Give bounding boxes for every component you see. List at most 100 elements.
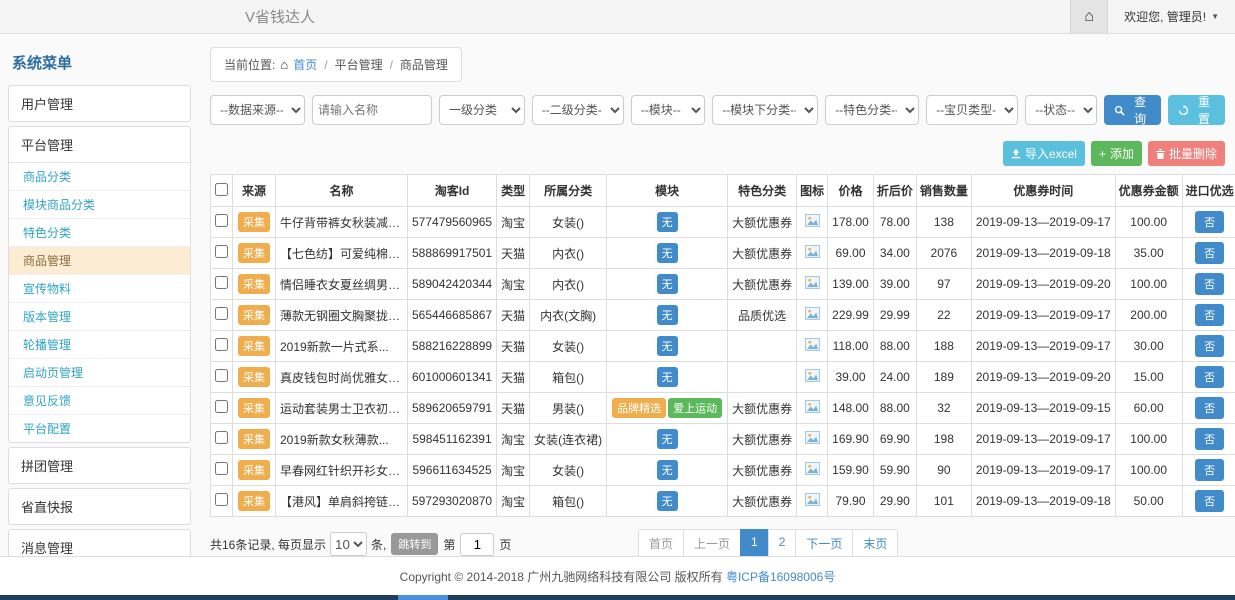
copyright-text: Copyright © 2014-2018 广州九驰网络科技有限公司 版权所有 bbox=[400, 570, 723, 584]
module-badge: 无 bbox=[657, 243, 678, 263]
page-first[interactable]: 首页 bbox=[638, 529, 684, 558]
row-checkbox[interactable] bbox=[215, 338, 228, 351]
row-select-cell bbox=[211, 300, 233, 331]
import-select-toggle[interactable]: 否 bbox=[1195, 397, 1224, 419]
platform-submenu: 商品分类模块商品分类特色分类商品管理宣传物料版本管理轮播管理启动页管理意见反馈平… bbox=[9, 162, 190, 442]
sidebar-subitem[interactable]: 特色分类 bbox=[9, 219, 190, 247]
row-checkbox[interactable] bbox=[215, 276, 228, 289]
batch-delete-button[interactable]: 批量删除 bbox=[1148, 141, 1225, 166]
category-level1-select[interactable]: 一级分类 bbox=[439, 95, 525, 125]
discount-price-cell: 34.00 bbox=[873, 238, 916, 269]
module-badge: 无 bbox=[657, 367, 678, 387]
import-select-toggle[interactable]: 否 bbox=[1195, 304, 1224, 326]
feature-category-select[interactable]: --特色分类-- bbox=[825, 95, 919, 125]
import-select-toggle[interactable]: 否 bbox=[1195, 490, 1224, 512]
page-prev[interactable]: 上一页 bbox=[683, 529, 741, 558]
sidebar-subitem[interactable]: 商品分类 bbox=[9, 163, 190, 191]
feature-cell: 大额优惠券 bbox=[728, 424, 797, 455]
page-footer: Copyright © 2014-2018 广州九驰网络科技有限公司 版权所有 … bbox=[0, 556, 1235, 595]
page-last[interactable]: 末页 bbox=[852, 529, 898, 558]
table-row: 采集 情侣睡衣女夏丝绸男士... 589042420344 淘宝 内衣() 无 … bbox=[211, 269, 1235, 300]
item-type-select[interactable]: --宝贝类型-- bbox=[926, 95, 1018, 125]
table-footer: 共16条记录, 每页显示 10 条, 跳转到 第 页 首页 上一页 1 2 下一… bbox=[210, 529, 1225, 559]
horizontal-scrollbar[interactable] bbox=[0, 595, 1235, 600]
source-badge: 采集 bbox=[238, 274, 270, 294]
source-badge: 采集 bbox=[238, 367, 270, 387]
sidebar-subitem[interactable]: 平台配置 bbox=[9, 415, 190, 442]
sidebar-item-user-management[interactable]: 用户管理 bbox=[9, 86, 190, 121]
home-icon: ⌂ bbox=[280, 57, 288, 72]
products-table: 来源 名称 淘客Id 类型 所属分类 模块 特色分类 图标 价格 折后价 销售数… bbox=[210, 174, 1235, 517]
breadcrumb-home-link[interactable]: 首页 bbox=[293, 56, 317, 73]
add-button[interactable]: + 添加 bbox=[1091, 141, 1142, 166]
sidebar-subitem[interactable]: 意见反馈 bbox=[9, 387, 190, 415]
sidebar-subitem[interactable]: 模块商品分类 bbox=[9, 191, 190, 219]
taoke-id: 597293020870 bbox=[408, 486, 497, 517]
name-search-input[interactable] bbox=[312, 95, 432, 125]
import-select-toggle[interactable]: 否 bbox=[1195, 273, 1224, 295]
row-checkbox[interactable] bbox=[215, 214, 228, 227]
page-2[interactable]: 2 bbox=[768, 529, 797, 558]
taoke-id: 596611634525 bbox=[408, 455, 497, 486]
table-row: 采集 【港风】单肩斜挎链条... 597293020870 淘宝 箱包() 无 … bbox=[211, 486, 1235, 517]
module-subcategory-select[interactable]: --模块下分类-- bbox=[712, 95, 818, 125]
sidebar-subitem[interactable]: 商品管理 bbox=[9, 247, 190, 275]
import-select-toggle[interactable]: 否 bbox=[1195, 459, 1224, 481]
sidebar-item[interactable]: 拼团管理 bbox=[9, 448, 190, 483]
icon-cell bbox=[797, 424, 828, 455]
select-all-checkbox[interactable] bbox=[215, 183, 228, 196]
sidebar-subitem[interactable]: 启动页管理 bbox=[9, 359, 190, 387]
row-checkbox[interactable] bbox=[215, 400, 228, 413]
product-thumbnail-icon bbox=[805, 493, 820, 506]
product-thumbnail-icon bbox=[805, 214, 820, 227]
jump-post-label: 页 bbox=[499, 536, 511, 553]
sidebar-item[interactable]: 省直快报 bbox=[9, 489, 190, 524]
sidebar-subitem[interactable]: 轮播管理 bbox=[9, 331, 190, 359]
category-cell: 内衣(文胸) bbox=[530, 300, 607, 331]
row-checkbox[interactable] bbox=[215, 462, 228, 475]
icp-link[interactable]: 粤ICP备16098006号 bbox=[726, 570, 835, 584]
taoke-id: 589042420344 bbox=[408, 269, 497, 300]
coupon-amount-cell: 35.00 bbox=[1115, 238, 1182, 269]
row-checkbox[interactable] bbox=[215, 307, 228, 320]
import-select-toggle[interactable]: 否 bbox=[1195, 242, 1224, 264]
search-button[interactable]: 查询 bbox=[1104, 95, 1161, 125]
status-select[interactable]: --状态-- bbox=[1025, 95, 1097, 125]
coupon-time-cell: 2019-09-13—2019-09-17 bbox=[971, 424, 1115, 455]
import-select-toggle[interactable]: 否 bbox=[1195, 335, 1224, 357]
sidebar-subitem[interactable]: 宣传物料 bbox=[9, 275, 190, 303]
page-next[interactable]: 下一页 bbox=[795, 529, 853, 558]
row-checkbox[interactable] bbox=[215, 369, 228, 382]
header-right: ⌂ 欢迎您, 管理员! ▼ bbox=[1070, 0, 1235, 33]
import-select-toggle[interactable]: 否 bbox=[1195, 366, 1224, 388]
table-action-bar: 导入excel + 添加 批量删除 bbox=[210, 141, 1225, 166]
row-checkbox[interactable] bbox=[215, 245, 228, 258]
price-cell: 69.00 bbox=[828, 238, 874, 269]
category-cell: 女装() bbox=[530, 331, 607, 362]
data-source-select[interactable]: --数据来源-- bbox=[210, 95, 305, 125]
row-select-cell bbox=[211, 393, 233, 424]
import-select-toggle[interactable]: 否 bbox=[1195, 428, 1224, 450]
feature-cell: 品质优选 bbox=[728, 300, 797, 331]
per-page-select[interactable]: 10 bbox=[330, 532, 367, 556]
jump-button[interactable]: 跳转到 bbox=[391, 533, 438, 555]
sidebar-subitem[interactable]: 版本管理 bbox=[9, 303, 190, 331]
page-number-input[interactable] bbox=[460, 533, 494, 556]
price-cell: 118.00 bbox=[828, 331, 874, 362]
import-excel-button[interactable]: 导入excel bbox=[1003, 141, 1085, 166]
coupon-amount-cell: 50.00 bbox=[1115, 486, 1182, 517]
category-level2-select[interactable]: --二级分类-- bbox=[532, 95, 624, 125]
reset-button[interactable]: 重置 bbox=[1168, 95, 1225, 125]
module-select[interactable]: --模块-- bbox=[631, 95, 705, 125]
home-button[interactable]: ⌂ bbox=[1070, 0, 1108, 33]
sales-cell: 198 bbox=[916, 424, 971, 455]
user-menu-button[interactable]: 欢迎您, 管理员! ▼ bbox=[1108, 0, 1235, 33]
scrollbar-thumb[interactable] bbox=[398, 595, 448, 600]
page-1[interactable]: 1 bbox=[740, 529, 769, 558]
import-select-toggle[interactable]: 否 bbox=[1195, 211, 1224, 233]
row-checkbox[interactable] bbox=[215, 493, 228, 506]
feature-cell bbox=[728, 362, 797, 393]
sidebar-item-platform-management[interactable]: 平台管理 bbox=[9, 127, 190, 162]
source-badge: 采集 bbox=[238, 243, 270, 263]
row-checkbox[interactable] bbox=[215, 431, 228, 444]
